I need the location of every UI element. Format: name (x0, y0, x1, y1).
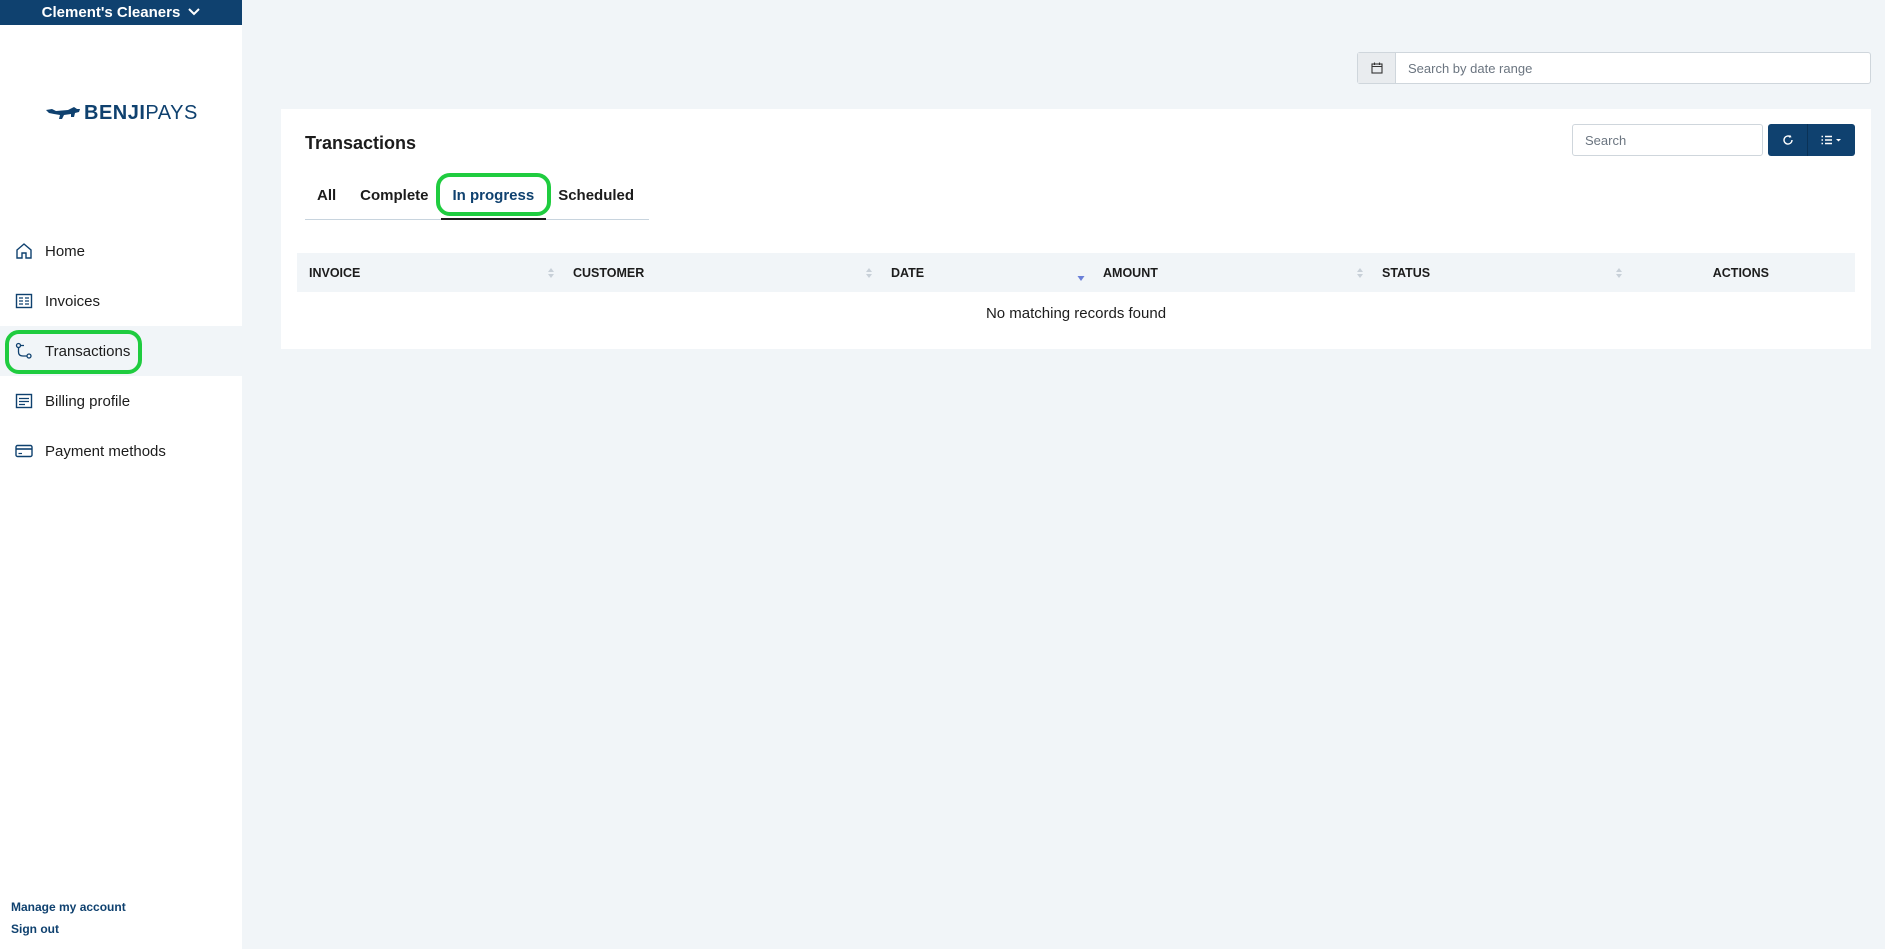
sidebar-nav: Home Invoices Transactions Billing profi… (0, 226, 242, 476)
chevron-down-icon (188, 5, 201, 19)
column-list-icon (1821, 135, 1841, 145)
sidebar: Clement's Cleaners BENJIPAYS Home Invoic… (0, 0, 242, 949)
sign-out-link[interactable]: Sign out (11, 922, 126, 936)
tab-complete[interactable]: Complete (348, 169, 440, 219)
sort-desc-icon (1077, 276, 1085, 281)
tab-scheduled[interactable]: Scheduled (546, 169, 646, 219)
column-header-amount[interactable]: AMOUNT (1091, 253, 1370, 292)
date-range-input[interactable] (1396, 53, 1870, 83)
sort-icon (548, 268, 554, 278)
manage-account-link[interactable]: Manage my account (11, 900, 126, 914)
credit-card-icon (15, 442, 33, 460)
table-header-row: INVOICE CUSTOMER DATE AMOUNT STATUS ACTI… (297, 253, 1855, 292)
transactions-table: INVOICE CUSTOMER DATE AMOUNT STATUS ACTI… (297, 253, 1855, 335)
sidebar-item-transactions[interactable]: Transactions (0, 326, 242, 376)
sidebar-item-billing-profile[interactable]: Billing profile (0, 376, 242, 426)
sidebar-item-home[interactable]: Home (0, 226, 242, 276)
invoice-icon (15, 292, 33, 310)
tab-in-progress[interactable]: In progress (435, 169, 552, 220)
column-header-customer[interactable]: CUSTOMER (561, 253, 879, 292)
column-header-actions: ACTIONS (1712, 265, 1769, 280)
sort-icon (1616, 268, 1622, 278)
empty-state-message: No matching records found (985, 305, 1167, 322)
brand-name: BENJIPAYS (84, 102, 198, 124)
dog-logo-icon (46, 106, 80, 119)
page-title: Transactions (305, 133, 417, 153)
search-input[interactable] (1572, 124, 1763, 156)
sidebar-item-label: Invoices (45, 292, 101, 310)
billing-profile-icon (15, 392, 33, 410)
sidebar-item-label: Home (45, 242, 86, 260)
org-name: Clement's Cleaners (41, 4, 181, 21)
refresh-icon (1782, 134, 1793, 145)
highlight-ring (435, 173, 552, 216)
calendar-icon[interactable] (1358, 53, 1396, 83)
sidebar-item-payment-methods[interactable]: Payment methods (0, 426, 242, 476)
sidebar-item-label: Billing profile (45, 392, 131, 410)
transaction-tabs: All Complete In progress Scheduled (305, 169, 649, 220)
columns-dropdown-button[interactable] (1807, 124, 1855, 156)
refresh-button[interactable] (1768, 124, 1807, 156)
highlight-ring (5, 330, 142, 374)
home-icon (15, 242, 33, 260)
table-toolbar (1768, 124, 1855, 156)
sort-icon (1357, 268, 1363, 278)
account-links: Manage my account Sign out (11, 900, 126, 944)
sidebar-item-label: Payment methods (45, 442, 166, 460)
org-switcher[interactable]: Clement's Cleaners (0, 0, 242, 25)
column-header-invoice[interactable]: INVOICE (297, 253, 561, 292)
table-row: No matching records found (297, 292, 1855, 335)
date-range-search (1357, 52, 1871, 84)
benjipays-logo: BENJIPAYS (44, 102, 198, 125)
column-header-date[interactable]: DATE (879, 253, 1091, 292)
column-header-status[interactable]: STATUS (1370, 253, 1629, 292)
tab-all[interactable]: All (305, 169, 348, 219)
transactions-card: Transactions All Complete In progress Sc… (281, 109, 1871, 349)
sidebar-item-invoices[interactable]: Invoices (0, 276, 242, 326)
sort-icon (866, 268, 872, 278)
